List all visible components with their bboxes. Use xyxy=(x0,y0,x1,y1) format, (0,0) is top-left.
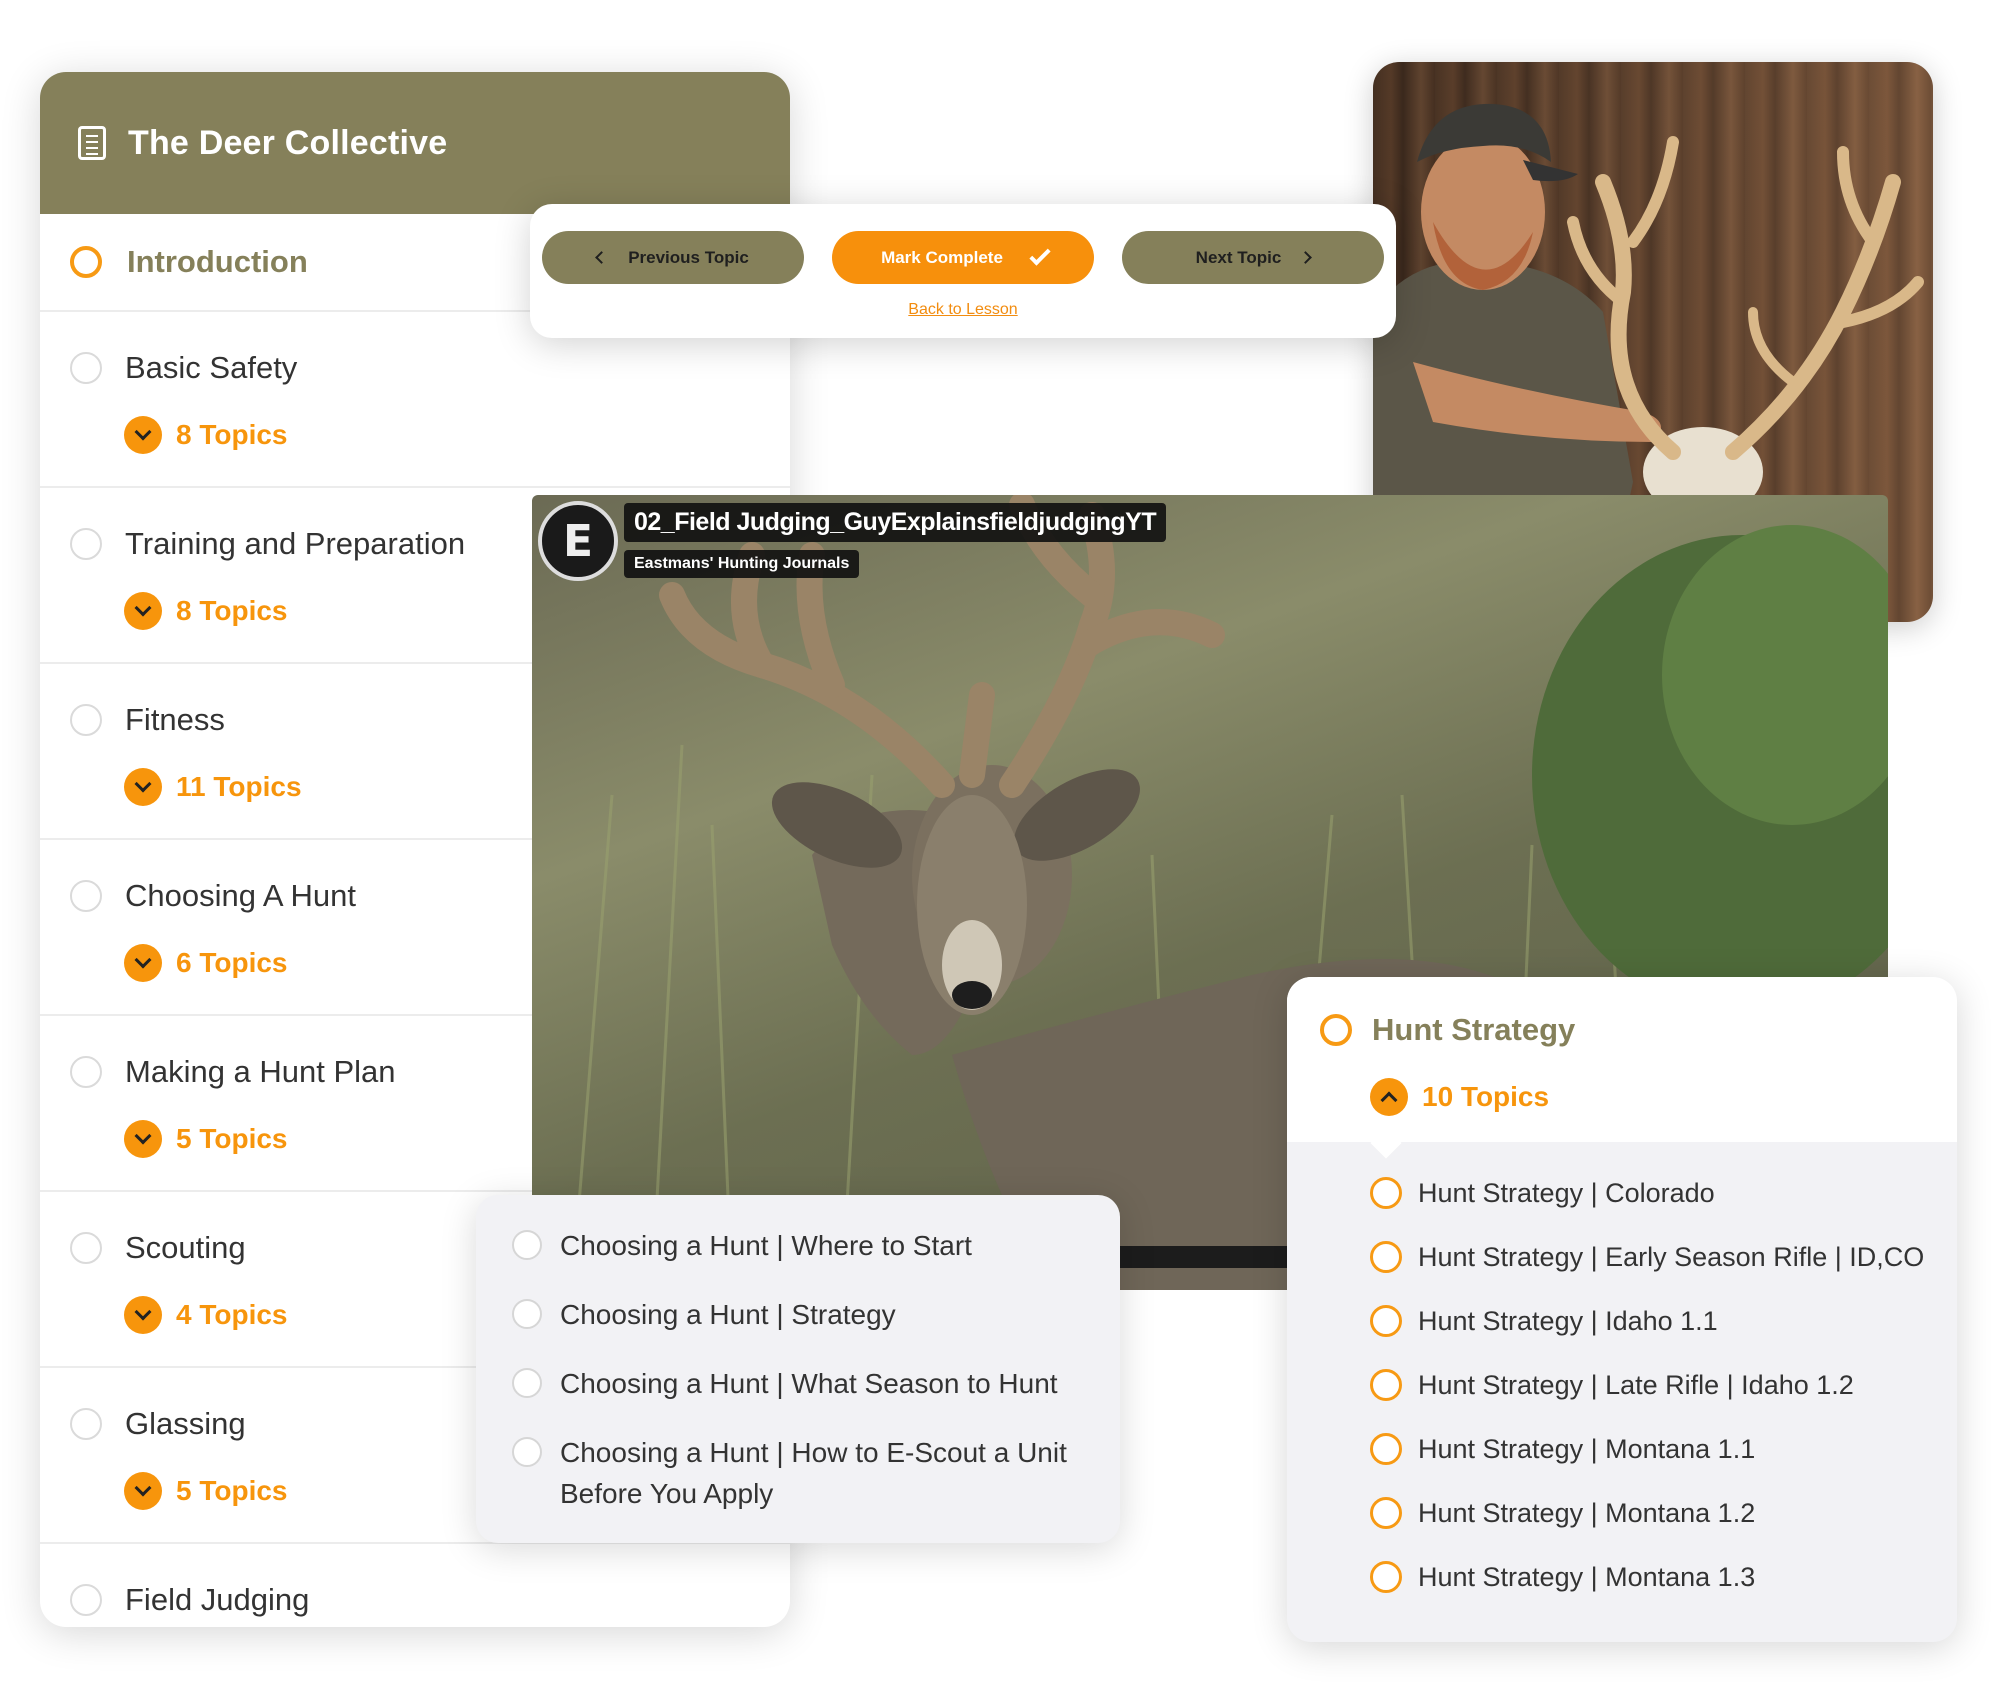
topic-item[interactable]: Hunt Strategy | Idaho 1.1 xyxy=(1287,1304,1957,1368)
topic-item[interactable]: Hunt Strategy | Montana 1.1 xyxy=(1287,1432,1957,1496)
lesson-item[interactable]: Basic Safety 8 Topics xyxy=(40,312,790,488)
status-ring-icon xyxy=(1370,1561,1402,1593)
status-ring-icon xyxy=(512,1437,542,1467)
course-title: The Deer Collective xyxy=(128,123,448,162)
topics-count: 10 Topics xyxy=(1422,1081,1550,1112)
topics-count: 5 Topics xyxy=(176,1475,288,1506)
strategy-topic-list: Hunt Strategy | Colorado Hunt Strategy |… xyxy=(1287,1142,1957,1624)
chevron-down-icon xyxy=(124,1472,162,1510)
topics-toggle[interactable]: 5 Topics xyxy=(124,1472,288,1510)
status-ring-icon xyxy=(70,352,102,384)
chevron-down-icon xyxy=(124,592,162,630)
lesson-title: Basic Safety xyxy=(125,350,298,385)
lesson-title: Field Judging xyxy=(125,1582,310,1617)
topics-toggle[interactable]: 11 Topics xyxy=(124,768,302,806)
topics-toggle[interactable]: 6 Topics xyxy=(124,944,288,982)
status-ring-icon xyxy=(1370,1369,1402,1401)
chevron-down-icon xyxy=(124,944,162,982)
document-icon xyxy=(78,126,106,160)
chevron-down-icon xyxy=(124,1120,162,1158)
previous-topic-button[interactable]: Previous Topic xyxy=(542,231,804,284)
topic-item[interactable]: Choosing a Hunt | How to E-Scout a Unit … xyxy=(476,1432,1120,1514)
topics-toggle[interactable]: 4 Topics xyxy=(124,1296,288,1334)
topics-count: 5 Topics xyxy=(176,1123,288,1154)
hunt-strategy-card: Hunt Strategy 10 Topics Hunt Strategy | … xyxy=(1287,977,1957,1642)
topic-navigation-panel: Previous Topic Mark Complete Next Topic … xyxy=(530,204,1396,338)
status-ring-icon xyxy=(1370,1241,1402,1273)
channel-avatar[interactable]: E xyxy=(538,501,618,581)
chevron-left-icon xyxy=(595,251,609,264)
status-ring-icon xyxy=(1370,1497,1402,1529)
chevron-down-icon xyxy=(124,1296,162,1334)
chevron-right-icon xyxy=(1299,251,1313,264)
topics-count: 11 Topics xyxy=(176,771,302,802)
chevron-up-icon xyxy=(1370,1078,1408,1116)
lesson-title: Introduction xyxy=(127,244,308,279)
status-ring-icon xyxy=(70,704,102,736)
topics-toggle[interactable]: 5 Topics xyxy=(124,1120,288,1158)
topics-toggle[interactable]: 8 Topics xyxy=(124,416,288,454)
status-ring-icon xyxy=(70,1408,102,1440)
topic-item[interactable]: Choosing a Hunt | What Season to Hunt xyxy=(476,1363,1120,1404)
lesson-title: Making a Hunt Plan xyxy=(125,1054,396,1089)
topic-item[interactable]: Hunt Strategy | Early Season Rifle | ID,… xyxy=(1287,1240,1957,1304)
topics-count: 8 Topics xyxy=(176,595,288,626)
status-ring-icon xyxy=(70,246,102,278)
topic-item[interactable]: Choosing a Hunt | Strategy xyxy=(476,1294,1120,1335)
status-ring-icon xyxy=(1320,1014,1352,1046)
lesson-title: Glassing xyxy=(125,1406,246,1441)
status-ring-icon xyxy=(1370,1305,1402,1337)
topic-item[interactable]: Choosing a Hunt | Where to Start xyxy=(476,1225,1120,1266)
back-to-lesson-link[interactable]: Back to Lesson xyxy=(530,301,1396,319)
status-ring-icon xyxy=(70,1056,102,1088)
course-header: The Deer Collective xyxy=(40,72,790,214)
status-ring-icon xyxy=(1370,1433,1402,1465)
status-ring-icon xyxy=(70,528,102,560)
status-ring-icon xyxy=(512,1299,542,1329)
lesson-hunt-strategy[interactable]: Hunt Strategy 10 Topics xyxy=(1287,977,1957,1159)
topic-item[interactable]: Hunt Strategy | Montana 1.3 xyxy=(1287,1560,1957,1624)
topics-toggle[interactable]: 8 Topics xyxy=(124,592,288,630)
status-ring-icon xyxy=(70,1232,102,1264)
chevron-down-icon xyxy=(124,768,162,806)
lesson-title: Fitness xyxy=(125,702,225,737)
lesson-item[interactable]: Field Judging xyxy=(40,1544,790,1627)
topics-count: 8 Topics xyxy=(176,419,288,450)
topic-item[interactable]: Hunt Strategy | Montana 1.2 xyxy=(1287,1496,1957,1560)
next-topic-button[interactable]: Next Topic xyxy=(1122,231,1384,284)
video-title[interactable]: 02_Field Judging_GuyExplainsfieldjudging… xyxy=(624,503,1167,542)
mark-complete-button[interactable]: Mark Complete xyxy=(832,231,1094,284)
lesson-title: Hunt Strategy xyxy=(1372,1012,1576,1047)
lesson-title: Choosing A Hunt xyxy=(125,878,356,913)
topics-count: 4 Topics xyxy=(176,1299,288,1330)
topic-item[interactable]: Hunt Strategy | Late Rifle | Idaho 1.2 xyxy=(1287,1368,1957,1432)
status-ring-icon xyxy=(70,1584,102,1616)
lesson-title: Scouting xyxy=(125,1230,246,1265)
lesson-title: Training and Preparation xyxy=(125,526,466,561)
chevron-down-icon xyxy=(124,416,162,454)
video-channel-name[interactable]: Eastmans' Hunting Journals xyxy=(624,550,860,578)
topic-item[interactable]: Hunt Strategy | Colorado xyxy=(1287,1176,1957,1240)
status-ring-icon xyxy=(512,1368,542,1398)
topics-count: 6 Topics xyxy=(176,947,288,978)
status-ring-icon xyxy=(512,1230,542,1260)
checkmark-icon xyxy=(1029,243,1051,266)
status-ring-icon xyxy=(70,880,102,912)
topics-toggle[interactable]: 10 Topics xyxy=(1370,1078,1549,1116)
choosing-hunt-topic-list: Choosing a Hunt | Where to Start Choosin… xyxy=(476,1195,1120,1543)
status-ring-icon xyxy=(1370,1177,1402,1209)
